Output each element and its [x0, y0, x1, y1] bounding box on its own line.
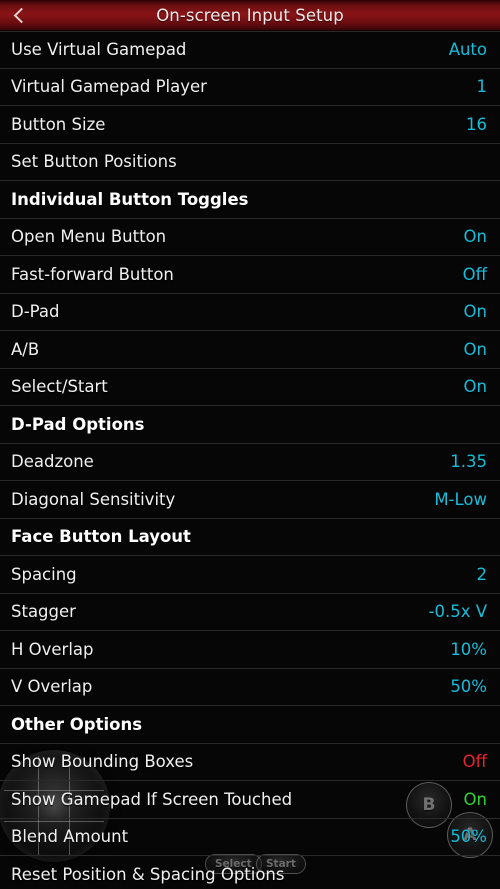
- row-d-pad-toggle[interactable]: D-Pad On: [0, 294, 500, 331]
- row-open-menu-button[interactable]: Open Menu Button On: [0, 219, 500, 256]
- row-use-virtual-gamepad[interactable]: Use Virtual Gamepad Auto: [0, 31, 500, 69]
- section-label: Other Options: [11, 714, 143, 734]
- page-title: On-screen Input Setup: [156, 6, 344, 25]
- settings-list: Use Virtual Gamepad Auto Virtual Gamepad P…: [0, 31, 500, 889]
- row-value: Off: [462, 264, 487, 284]
- row-deadzone[interactable]: Deadzone 1.35: [0, 444, 500, 481]
- section-label: D-Pad Options: [11, 414, 145, 434]
- row-label: Reset Position & Spacing Options: [11, 864, 285, 884]
- row-label: Use Virtual Gamepad: [11, 40, 187, 60]
- row-blend-amount[interactable]: Blend Amount 50%: [0, 819, 500, 856]
- row-value: 2: [476, 564, 488, 584]
- row-set-button-positions[interactable]: Set Button Positions: [0, 144, 500, 181]
- row-value: Off: [462, 752, 487, 772]
- row-label: H Overlap: [11, 639, 94, 659]
- row-label: Deadzone: [11, 452, 94, 472]
- row-label: Show Bounding Boxes: [11, 752, 194, 772]
- row-value: On: [463, 227, 487, 247]
- row-value: Auto: [448, 40, 487, 60]
- row-label: Set Button Positions: [11, 152, 177, 172]
- row-select-start-toggle[interactable]: Select/Start On: [0, 369, 500, 406]
- row-value: -0.5x V: [428, 602, 488, 622]
- section-individual-button-toggles: Individual Button Toggles: [0, 181, 500, 219]
- row-label: Blend Amount: [11, 827, 129, 847]
- row-ab-toggle[interactable]: A/B On: [0, 331, 500, 369]
- titlebar: On-screen Input Setup: [0, 0, 500, 31]
- row-value: 16: [466, 114, 487, 134]
- row-show-bounding-boxes[interactable]: Show Bounding Boxes Off: [0, 744, 500, 781]
- row-value: On: [463, 302, 487, 322]
- row-label: Spacing: [11, 564, 77, 584]
- row-label: Select/Start: [11, 377, 108, 397]
- row-virtual-gamepad-player[interactable]: Virtual Gamepad Player 1: [0, 69, 500, 106]
- row-label: A/B: [11, 339, 40, 359]
- row-h-overlap[interactable]: H Overlap 10%: [0, 631, 500, 669]
- row-label: Stagger: [11, 602, 76, 622]
- section-label: Individual Button Toggles: [11, 189, 249, 209]
- row-value: 50%: [450, 827, 487, 847]
- row-button-size[interactable]: Button Size 16: [0, 106, 500, 144]
- on-screen-input-setup-screen: On-screen Input Setup Use Virtual Gamepa…: [0, 0, 500, 889]
- row-label: Diagonal Sensitivity: [11, 489, 176, 509]
- section-d-pad-options: D-Pad Options: [0, 406, 500, 444]
- row-reset-position-spacing-options[interactable]: Reset Position & Spacing Options: [0, 856, 500, 889]
- row-label: V Overlap: [11, 677, 93, 697]
- section-label: Face Button Layout: [11, 527, 191, 547]
- row-value: 10%: [450, 639, 487, 659]
- row-label: Button Size: [11, 114, 106, 134]
- chevron-left-icon: [13, 7, 30, 24]
- row-fast-forward-button[interactable]: Fast-forward Button Off: [0, 256, 500, 294]
- row-value: 50%: [450, 677, 487, 697]
- row-label: Fast-forward Button: [11, 264, 174, 284]
- row-label: Open Menu Button: [11, 227, 167, 247]
- row-value: 1.35: [450, 452, 487, 472]
- row-stagger[interactable]: Stagger -0.5x V: [0, 594, 500, 631]
- row-spacing[interactable]: Spacing 2: [0, 556, 500, 594]
- row-label: Show Gamepad If Screen Touched: [11, 789, 293, 809]
- row-label: Virtual Gamepad Player: [11, 77, 207, 97]
- section-other-options: Other Options: [0, 706, 500, 744]
- row-value: On: [463, 377, 487, 397]
- back-button[interactable]: [0, 0, 40, 31]
- row-value: On: [463, 339, 487, 359]
- row-label: D-Pad: [11, 302, 60, 322]
- row-show-gamepad-if-screen-touched[interactable]: Show Gamepad If Screen Touched On: [0, 781, 500, 819]
- row-v-overlap[interactable]: V Overlap 50%: [0, 669, 500, 706]
- row-value: 1: [476, 77, 488, 97]
- section-face-button-layout: Face Button Layout: [0, 519, 500, 556]
- row-value: On: [463, 789, 487, 809]
- row-value: M-Low: [434, 489, 487, 509]
- row-diagonal-sensitivity[interactable]: Diagonal Sensitivity M-Low: [0, 481, 500, 519]
